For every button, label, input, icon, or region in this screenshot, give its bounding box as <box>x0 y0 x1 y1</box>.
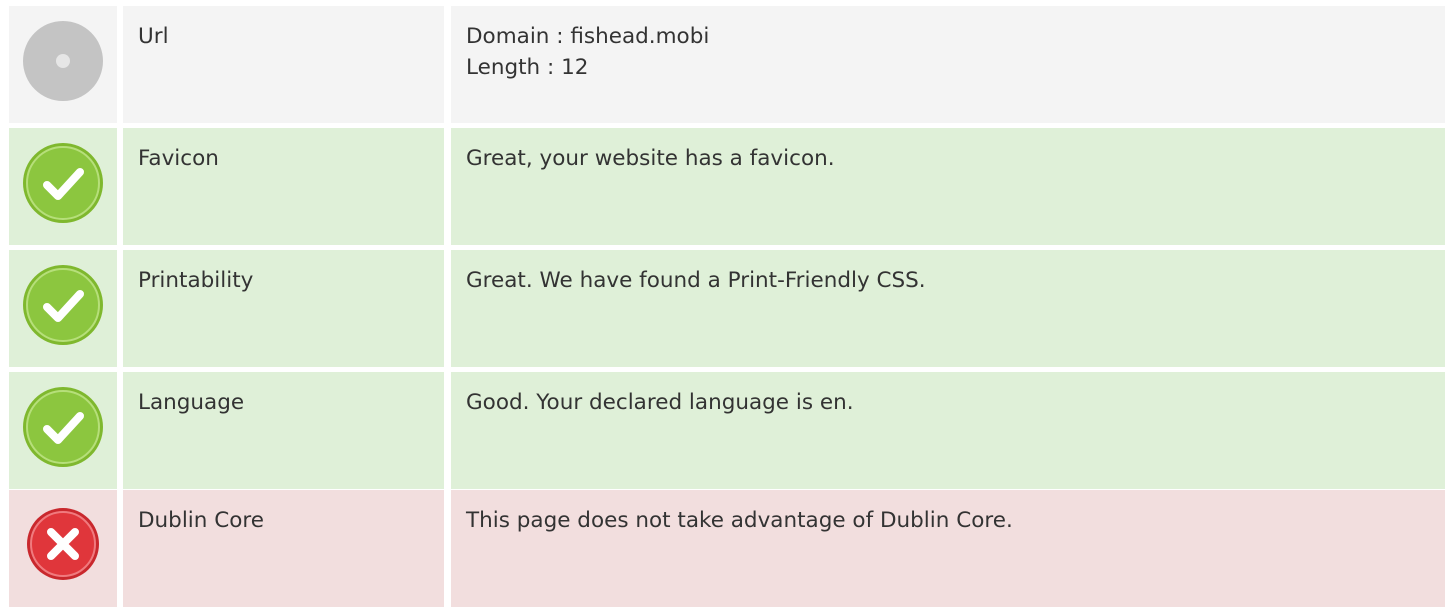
check-result-line: Great, your website has a favicon. <box>466 146 835 171</box>
check-result-line: Domain : fishead.mobi <box>466 24 710 49</box>
check-result-cell: Good. Your declared language is en. <box>451 372 1445 489</box>
report-row-printability: Printability Great. We have found a Prin… <box>0 250 1445 367</box>
check-label-cell: Favicon <box>123 128 444 245</box>
check-label-cell: Dublin Core <box>123 490 444 607</box>
seo-report-table: Url Domain : fishead.mobi Length : 12 Fa… <box>0 0 1445 607</box>
check-circle-icon <box>21 141 105 225</box>
status-cell <box>9 250 117 367</box>
report-row-dublin-core: Dublin Core This page does not take adva… <box>0 490 1445 607</box>
check-label: Language <box>138 390 245 415</box>
check-label-cell: Printability <box>123 250 444 367</box>
check-result-cell: Great. We have found a Print-Friendly CS… <box>451 250 1445 367</box>
check-result-cell: This page does not take advantage of Dub… <box>451 490 1445 607</box>
report-row-favicon: Favicon Great, your website has a favico… <box>0 128 1445 245</box>
check-result-cell: Domain : fishead.mobi Length : 12 <box>451 6 1445 123</box>
check-label: Url <box>138 24 169 49</box>
status-cell <box>9 372 117 489</box>
check-result-cell: Great, your website has a favicon. <box>451 128 1445 245</box>
check-label-cell: Url <box>123 6 444 123</box>
neutral-dot-icon <box>21 19 105 103</box>
status-cell <box>9 128 117 245</box>
status-cell <box>9 6 117 123</box>
check-circle-icon <box>21 263 105 347</box>
report-row-language: Language Good. Your declared language is… <box>0 372 1445 489</box>
check-result-line: Good. Your declared language is en. <box>466 390 854 415</box>
check-label: Printability <box>138 268 254 293</box>
report-row-url: Url Domain : fishead.mobi Length : 12 <box>0 6 1445 123</box>
check-circle-icon <box>21 385 105 469</box>
check-label: Dublin Core <box>138 508 264 533</box>
status-cell <box>9 490 117 607</box>
check-label-cell: Language <box>123 372 444 489</box>
check-label: Favicon <box>138 146 219 171</box>
check-result-line: Great. We have found a Print-Friendly CS… <box>466 268 926 293</box>
check-result-line: Length : 12 <box>466 55 589 80</box>
check-result-line: This page does not take advantage of Dub… <box>466 508 1013 533</box>
x-circle-icon <box>25 506 101 582</box>
